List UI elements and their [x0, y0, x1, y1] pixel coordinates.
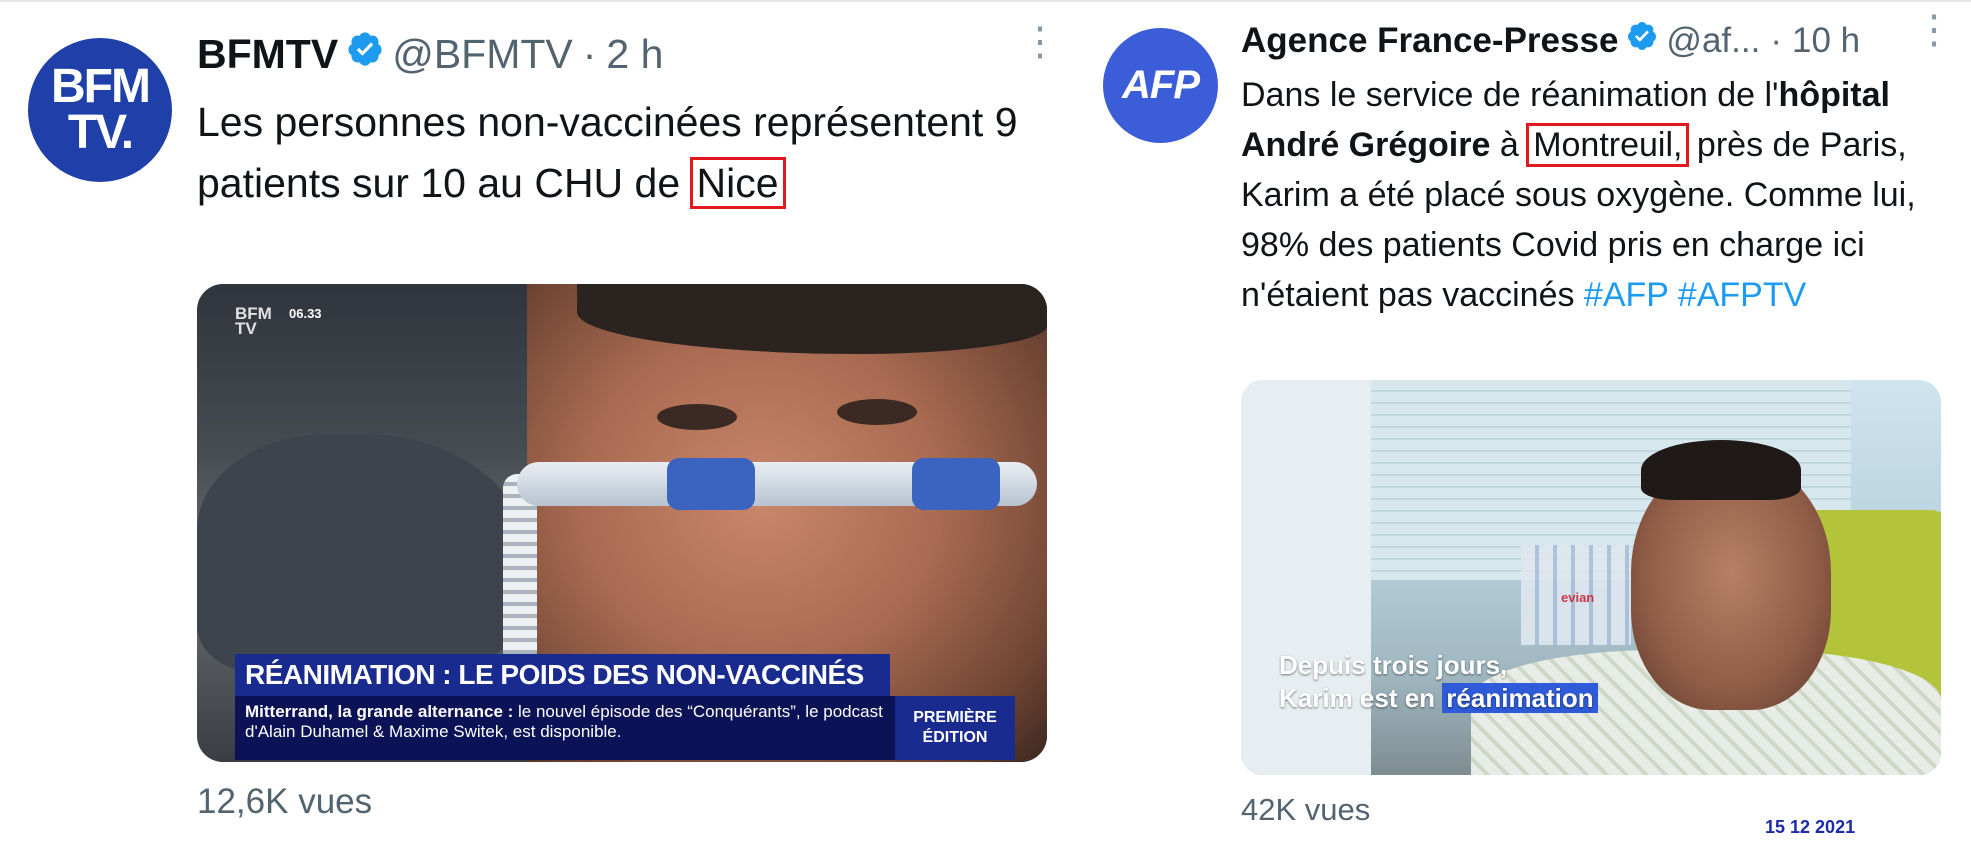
cannula-clip [912, 458, 1000, 510]
tweet-media-image[interactable]: BFM TV 06.33 RÉANIMATION : LE POIDS DES … [197, 284, 1047, 762]
news-ticker: Mitterrand, la grande alternance : le no… [235, 696, 1015, 760]
broadcast-clock: 06.33 [289, 306, 322, 321]
tweet-header: BFMTV @BFMTV · 2 h [197, 30, 663, 78]
patient-eye [837, 399, 917, 425]
afp-tweet[interactable]: AFP Agence France-Presse @af... · 10 h ⋮… [1078, 0, 1971, 847]
highlighted-word: Montreuil, [1526, 123, 1690, 167]
verified-badge-icon [1626, 20, 1658, 61]
view-count: 42K vues [1241, 792, 1371, 827]
highlighted-word: Nice [689, 157, 786, 209]
bfmtv-avatar[interactable]: BFM TV. [28, 38, 172, 182]
tweet-header: Agence France-Presse @af... · 10 h [1241, 20, 1860, 61]
news-banner: RÉANIMATION : LE POIDS DES NON-VACCINÉS [235, 654, 890, 696]
tweet-text: Les personnes non-vaccinées représentent… [197, 92, 1057, 214]
verified-badge-icon [346, 30, 384, 78]
hashtag-link[interactable]: #AFP [1584, 276, 1668, 314]
more-vertical-icon[interactable]: ⋮ [1914, 10, 1954, 50]
hospital-wall [1241, 380, 1371, 775]
bfmtv-tweet[interactable]: BFM TV. BFMTV @BFMTV · 2 h ⋮ Les personn… [0, 0, 1078, 847]
separator-dot: · [582, 30, 597, 77]
bfmtv-logo-text: BFM TV. [51, 60, 151, 159]
tweet-timestamp[interactable]: 2 h [606, 31, 663, 78]
account-handle[interactable]: @af... [1666, 21, 1760, 61]
tweet-text-body: Les personnes non-vaccinées représentent… [197, 99, 1018, 206]
tweet-timestamp[interactable]: 10 h [1792, 21, 1860, 61]
caption-highlight: réanimation [1442, 683, 1598, 713]
divider [0, 0, 1078, 2]
separator-dot: · [1770, 20, 1782, 60]
afp-logo-text: AFP [1122, 63, 1200, 107]
view-count: 12,6K vues [197, 782, 373, 821]
caption-text: Karim est en [1279, 683, 1443, 713]
hashtag-link[interactable]: #AFPTV [1678, 276, 1806, 314]
video-caption-line2: Karim est en réanimation [1279, 683, 1598, 714]
bottle-label: evian [1561, 590, 1595, 605]
channel-logo: BFM TV [235, 304, 272, 338]
tweet-text: Dans le service de réanimation de l'hôpi… [1241, 70, 1961, 320]
account-name[interactable]: Agence France-Presse [1241, 21, 1618, 61]
water-bottles: evian [1521, 545, 1631, 645]
tweet-text-body: Dans le service de réanimation de l' [1241, 76, 1779, 114]
patient-hair [1641, 440, 1801, 500]
date-stamp: 15 12 2021 [1765, 817, 1856, 837]
divider [1078, 0, 1971, 2]
cannula-clip [667, 458, 755, 510]
ticker-bold: Mitterrand, la grande alternance : [245, 702, 514, 721]
account-handle[interactable]: @BFMTV [392, 31, 573, 78]
video-caption-line1: Depuis trois jours, [1279, 650, 1508, 680]
pillow [197, 434, 527, 674]
account-name[interactable]: BFMTV [197, 31, 338, 78]
edition-badge: PREMIÈRE ÉDITION [895, 696, 1015, 760]
more-vertical-icon[interactable]: ⋮ [1020, 22, 1060, 62]
patient-eye [657, 404, 737, 430]
tweet-media-video[interactable]: evian Depuis trois jours, Karim est en r… [1241, 380, 1941, 775]
afp-avatar[interactable]: AFP [1103, 28, 1218, 143]
tweet-text-body: à [1490, 126, 1529, 164]
